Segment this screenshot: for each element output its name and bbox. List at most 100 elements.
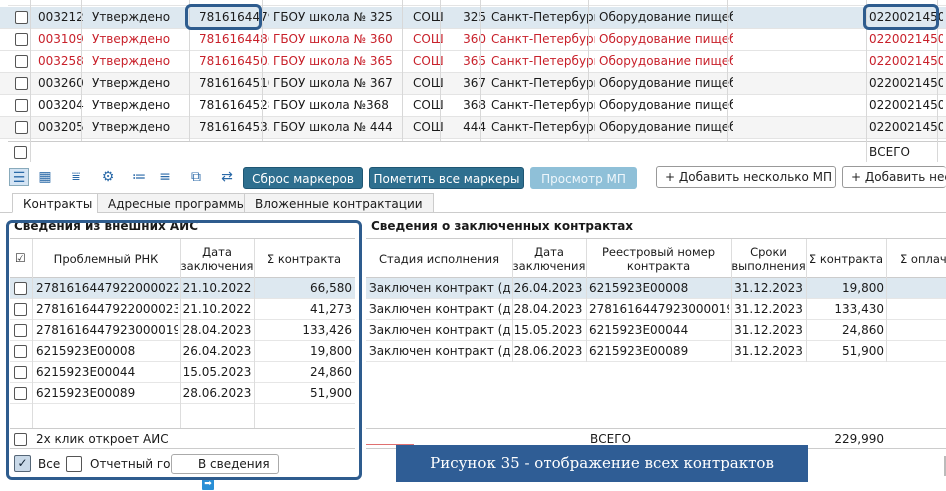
numbered-list-icon[interactable]: ≔: [129, 168, 149, 186]
cell-name: ГБОУ школа № 325: [273, 10, 393, 24]
tab-nested-contracts[interactable]: Вложенные контрактации: [244, 193, 434, 213]
cell-address: Санкт-Петербург, А: [491, 76, 595, 90]
cell-sum: 51,900: [842, 344, 884, 358]
code-highlight: [863, 4, 939, 30]
right-header: Стадия исполнения Дата заключения Реестр…: [366, 238, 946, 279]
cell-term: 31.12.2023: [734, 281, 803, 295]
cell-stage: Заключен контракт (догов: [369, 323, 511, 337]
cell-status: Утверждено: [92, 120, 171, 134]
cell-sum: 19,800: [842, 281, 884, 295]
reset-markers-button[interactable]: Сброс маркеров: [243, 167, 363, 189]
cell-date: 28.04.2023: [513, 302, 583, 316]
cell-type: СОШ: [413, 54, 444, 68]
arrow-right-icon: ➡: [202, 479, 214, 490]
table-row[interactable]: 003260 Утверждено 7816164510 ГБОУ школа № 3…: [0, 73, 946, 95]
right-panel-title: Сведения о заключенных контрактах: [371, 219, 634, 233]
header-term[interactable]: Сроки выполнения: [731, 239, 806, 279]
cell-name: ГБОУ школа № 365: [273, 54, 393, 68]
swap-icon[interactable]: ⇄: [217, 168, 237, 186]
cell-type: СОШ: [413, 76, 444, 90]
table-row[interactable]: Заключен контракт (догов28.04.2023 278161…: [366, 299, 946, 320]
cell-id: 003204: [38, 98, 84, 112]
cell-status: Утверждено: [92, 54, 171, 68]
inn-highlight: [185, 4, 262, 30]
header-right-sum[interactable]: Σ контракта: [806, 239, 886, 279]
export-icon[interactable]: ⧉: [186, 168, 206, 186]
cell-address: Санкт-Петербург, В: [491, 54, 595, 68]
cell-sum: 24,860: [842, 323, 884, 337]
table-row[interactable]: 003212 Утверждено 7816164479 ГБОУ школа № 3…: [0, 7, 946, 29]
row-checkbox[interactable]: [15, 121, 28, 134]
cell-address: Санкт-Петербург, К: [491, 120, 595, 134]
cell-status: Утверждено: [92, 76, 171, 90]
cell-subject: Оборудование пищебло: [599, 98, 733, 112]
header-stage[interactable]: Стадия исполнения: [366, 239, 512, 279]
cell-reg: 6215923E00089: [589, 344, 689, 358]
mark-all-markers-button[interactable]: Пометить все маркеры: [369, 167, 524, 189]
cell-code: 0220021450: [869, 76, 943, 90]
top-total-row: ВСЕГО: [8, 141, 946, 162]
tab-contracts[interactable]: Контракты: [12, 193, 104, 213]
table-row[interactable]: 003204 Утверждено 7816164528 ГБОУ школа №36…: [0, 95, 946, 117]
cell-status: Утверждено: [92, 32, 171, 46]
row-checkbox[interactable]: [15, 33, 28, 46]
header-reg-number[interactable]: Реестровый номер контракта: [586, 239, 731, 279]
cell-date: 15.05.2023: [513, 323, 583, 337]
figure-caption: Рисунок 35 - отображение всех контрактов: [396, 445, 808, 482]
cell-name: ГБОУ школа № 360: [273, 32, 393, 46]
grid-view-icon[interactable]: ▦: [35, 168, 55, 186]
cell-code: 0220021450: [869, 32, 943, 46]
cell-sum: 133,430: [834, 302, 884, 316]
add-cut-label: Добавить нес: [864, 170, 946, 184]
cell-inn: 7816164510: [199, 76, 269, 90]
table-row[interactable]: 003258 Утверждено 7816164503 ГБОУ школа № 3…: [0, 51, 946, 73]
row-checkbox[interactable]: [15, 11, 28, 24]
cell-stage: Заключен контракт (догов: [369, 344, 511, 358]
total-row-checkbox[interactable]: [14, 146, 27, 159]
cell-subject: Оборудование пищебло: [599, 32, 733, 46]
row-checkbox[interactable]: [15, 77, 28, 90]
cell-name: ГБОУ школа №368: [273, 98, 389, 112]
list-view-icon[interactable]: ☰: [9, 168, 29, 186]
cell-id: 003109: [38, 32, 84, 46]
cell-code: 0220021450: [869, 54, 943, 68]
add-several-label: Добавить несколько МП: [678, 170, 833, 184]
settings-icon[interactable]: ⚙: [98, 168, 118, 186]
table-row[interactable]: 003205 Утверждено 7816164535 ГБОУ школа № 4…: [0, 117, 946, 139]
cell-subject: Оборудование пищебло: [599, 54, 733, 68]
cell-id: 003260: [38, 76, 84, 90]
cell-inn: 7816164486: [199, 32, 269, 46]
cell-term: 31.12.2023: [734, 302, 803, 316]
add-button-cut[interactable]: + Добавить нес: [842, 166, 946, 188]
cell-address: Санкт-Петербург, А: [491, 10, 595, 24]
cell-address: Санкт-Петербург, Б: [491, 32, 595, 46]
header-right-date[interactable]: Дата заключения: [512, 239, 586, 279]
cell-reg: 6215923E00008: [589, 281, 689, 295]
top-total-label: ВСЕГО: [869, 145, 910, 159]
filter-icon[interactable]: ⩸: [66, 168, 86, 186]
sort-icon[interactable]: ≡: [155, 168, 175, 186]
tab-address-programs[interactable]: Адресные программы: [97, 193, 258, 213]
cell-subject: Оборудование пищебло: [599, 76, 733, 90]
left-panel-highlight: [6, 220, 362, 480]
table-row[interactable]: Заключен контракт (догов28.06.2023 621592…: [366, 341, 946, 362]
add-several-mp-button[interactable]: + Добавить несколько МП: [656, 166, 836, 188]
cell-inn: 7816164503: [199, 54, 269, 68]
view-mp-button[interactable]: Просмотр МП: [530, 167, 637, 189]
cell-code: 0220021450: [869, 120, 943, 134]
table-row[interactable]: Заключен контракт (догов15.05.2023 621592…: [366, 320, 946, 341]
cell-subject: Оборудование пищебло: [599, 120, 733, 134]
cell-id: 003212: [38, 10, 84, 24]
cell-type: СОШ: [413, 120, 444, 134]
table-row[interactable]: Заключен контракт (догов26.04.2023 621592…: [366, 278, 946, 299]
cell-type: СОШ: [413, 98, 444, 112]
cell-inn: 7816164535: [199, 120, 269, 134]
header-paid[interactable]: Σ оплачено: [886, 239, 946, 279]
cell-subject: Оборудование пищебло: [599, 10, 733, 24]
row-checkbox[interactable]: [15, 55, 28, 68]
table-row[interactable]: 003109 Утверждено 7816164486 ГБОУ школа № 3…: [0, 29, 946, 51]
cell-type: СОШ: [413, 32, 444, 46]
row-checkbox[interactable]: [15, 99, 28, 112]
cell-reg: 6215923E00044: [589, 323, 689, 337]
cell-term: 31.12.2023: [734, 344, 803, 358]
